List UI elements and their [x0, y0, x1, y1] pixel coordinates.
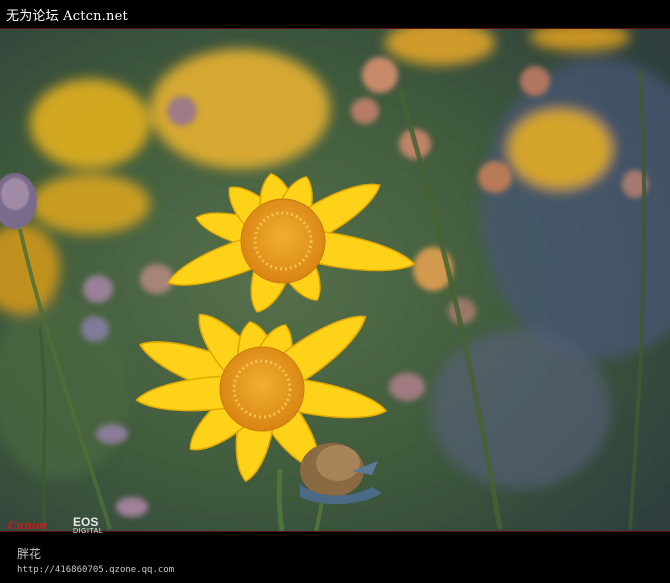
camera-brand-logo: Canon — [8, 519, 48, 532]
source-url: http://416860705.qzone.qq.com — [17, 565, 175, 575]
top-bar: 无为论坛 Actcn.net — [0, 0, 670, 28]
camera-model-logo: EOS DIGITAL — [73, 516, 104, 537]
camera-model-sub: DIGITAL — [73, 528, 104, 535]
flower-photo-illustration — [0, 29, 670, 531]
photo-caption: 胖花 — [17, 547, 42, 561]
photo — [0, 28, 670, 532]
watermark-text: 无为论坛 Actcn.net — [6, 9, 128, 24]
